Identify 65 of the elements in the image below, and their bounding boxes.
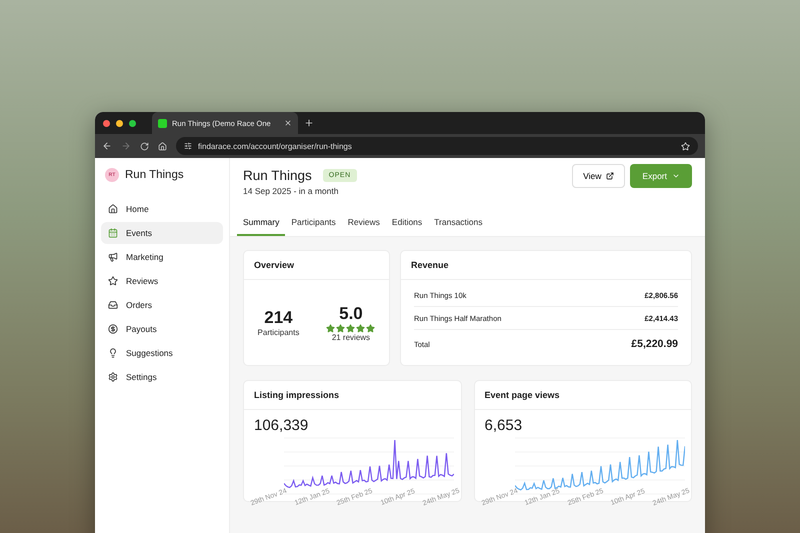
org-name: Run Things [125,169,184,181]
sidebar-item[interactable]: Marketing [101,246,223,268]
sidebar-item[interactable]: Events [101,222,223,244]
total-amount: £5,220.99 [631,338,678,350]
sidebar-item[interactable]: Settings [101,366,223,388]
event-date: 14 Sep 2025 - in a month [243,186,340,196]
sidebar-item-label: Reviews [126,276,158,286]
event-title: Run Things [243,168,312,183]
sidebar-item-label: Settings [126,372,157,382]
bookmark-icon[interactable] [681,142,690,150]
calendar-icon [108,228,118,238]
settings-icon [108,372,118,382]
lightbulb-icon [108,348,118,358]
new-tab-icon[interactable] [304,118,314,128]
forward-icon[interactable] [121,141,131,151]
sidebar-item-label: Payouts [126,324,157,334]
star-icon [366,324,376,332]
sidebar-item[interactable]: Orders [101,294,223,316]
site-settings-icon[interactable] [184,142,192,150]
tab[interactable]: Transactions [428,211,489,236]
tab[interactable]: Editions [386,211,428,236]
sidebar-item-label: Home [126,204,149,214]
home-icon [108,204,118,214]
star-icon [356,324,366,332]
tab[interactable]: Reviews [342,211,386,236]
view-button[interactable]: View [572,164,626,188]
tab[interactable]: Participants [285,211,342,236]
reviews-count: 21 reviews [332,332,370,342]
back-icon[interactable] [102,141,112,151]
chevron-down-icon [672,172,680,180]
sidebar-item[interactable]: Reviews [101,270,223,292]
star-icon [346,324,356,332]
sidebar-item[interactable]: Suggestions [101,342,223,364]
external-link-icon [606,172,614,180]
sidebar-item[interactable]: Home [101,198,223,220]
inbox-icon [108,300,118,310]
participants-label: Participants [258,328,300,337]
rating-value: 5.0 [339,304,363,324]
metric-value: 106,339 [253,416,310,434]
close-window-icon[interactable] [103,120,110,126]
minimize-window-icon[interactable] [116,120,123,126]
sidebar-item[interactable]: Payouts [101,318,223,340]
url-text: findarace.com/account/organiser/run-things [198,142,352,150]
sidebar-item-label: Events [126,228,152,238]
close-icon[interactable] [284,119,292,127]
home-icon[interactable] [158,142,167,150]
sidebar-item-label: Suggestions [126,348,173,358]
url-field[interactable]: findarace.com/account/organiser/run-things [176,137,698,155]
favicon-icon [158,118,167,128]
sidebar-item-label: Orders [126,300,152,310]
tab[interactable]: Summary [237,211,286,236]
coin-icon [108,324,118,334]
card-title: Overview [244,251,389,280]
reload-icon[interactable] [140,142,149,150]
star-icon [326,324,336,332]
card-title: Listing impressions [244,381,460,410]
participants-count: 214 [264,308,293,328]
sidebar-item-label: Marketing [126,252,164,262]
maximize-window-icon[interactable] [129,120,136,126]
card-title: Revenue [401,251,691,280]
card-title: Event page views [474,381,691,410]
megaphone-icon [108,252,118,262]
star-icon [108,276,118,286]
metric-value: 6,653 [484,416,524,434]
star-icon [336,324,346,332]
